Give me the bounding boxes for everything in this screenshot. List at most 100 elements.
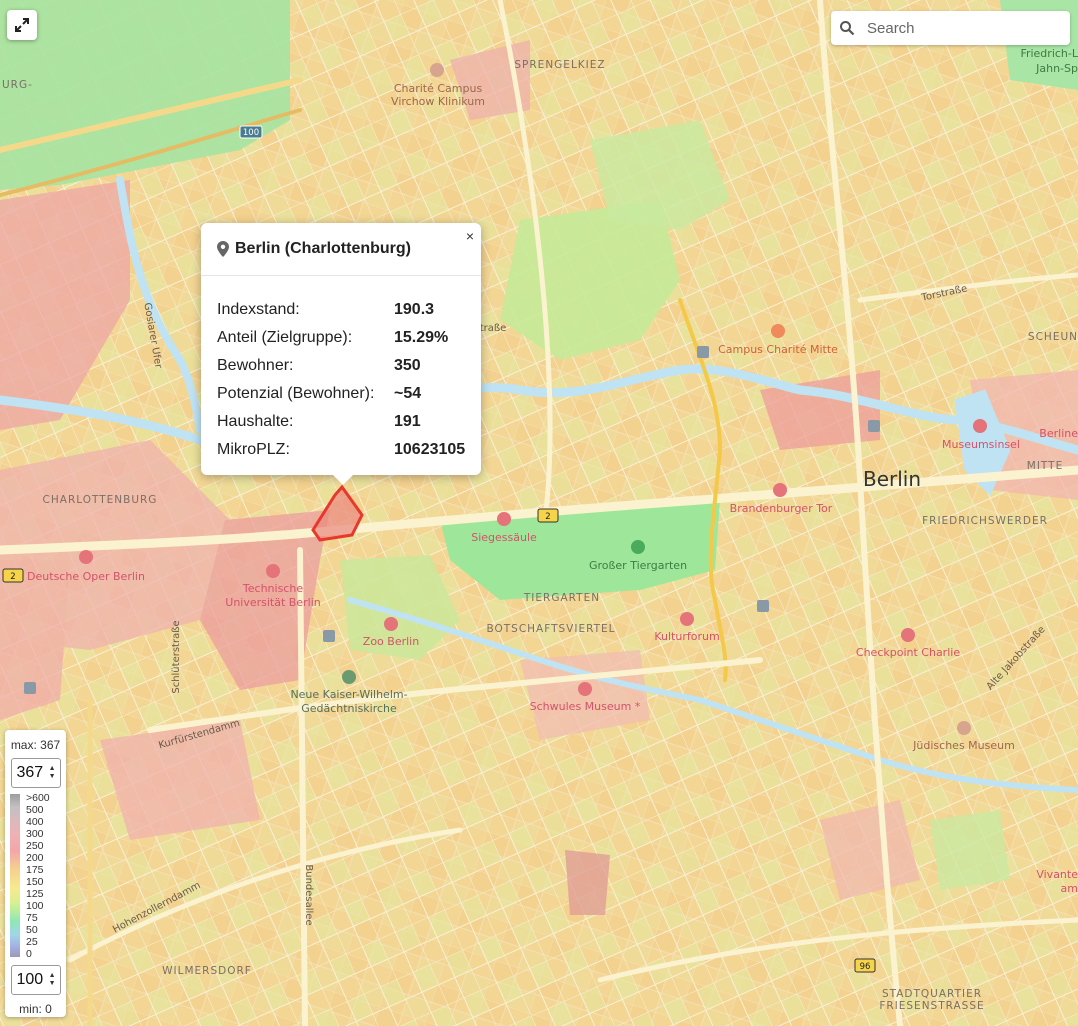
stat-value: 191 <box>394 413 421 430</box>
poi-label: Zoo Berlin <box>363 635 419 648</box>
landmark-icon[interactable] <box>497 512 511 526</box>
svg-text:100: 100 <box>243 128 259 138</box>
expand-arrows-icon <box>15 18 29 32</box>
landmark-icon[interactable] <box>901 628 915 642</box>
svg-text:2: 2 <box>545 512 550 522</box>
hospital-icon[interactable] <box>430 63 444 77</box>
district-label: WILMERSDORF <box>162 965 252 977</box>
district-label: URG- <box>2 79 33 91</box>
stat-label: Anteil (Zielgruppe): <box>217 329 353 346</box>
district-label: TIERGARTEN <box>523 592 600 604</box>
train-station-icon[interactable] <box>757 600 769 612</box>
park-icon[interactable] <box>631 540 645 554</box>
church-icon[interactable] <box>342 670 356 684</box>
legend-tick-label: 150 <box>26 876 44 888</box>
map-canvas[interactable]: 100 2 2 96 Berlin SPRENGELKIEZ CHARLOTTE… <box>0 0 1078 1026</box>
zoo-icon[interactable] <box>384 617 398 631</box>
stat-row-anteil: Anteil (Zielgruppe): 15.29% <box>217 324 481 352</box>
street-label: traße <box>480 323 507 334</box>
train-station-icon[interactable] <box>868 420 880 432</box>
svg-text:2: 2 <box>10 572 15 582</box>
legend-max-label: max: 367 <box>10 738 61 752</box>
poi-label: Großer Tiergarten <box>589 559 687 572</box>
legend-tick-label: 500 <box>26 804 44 816</box>
university-icon[interactable] <box>266 564 280 578</box>
poi-label: Universität Berlin <box>225 596 320 609</box>
poi-label: Jüdisches Museum <box>912 739 1015 752</box>
min-value-stepper[interactable]: 100 ▲ ▼ <box>10 965 61 995</box>
poi-label: Friedrich-L <box>1020 47 1078 60</box>
legend-ticks: >600 500 400 300 250 200 175 150 125 100 75 50 25 0 <box>26 792 50 960</box>
legend-color-bar <box>10 794 20 957</box>
poi-label: Virchow Klinikum <box>391 95 485 108</box>
poi-label: Charité Campus <box>394 82 483 95</box>
poi-label: Kulturforum <box>654 630 719 643</box>
stat-value: 350 <box>394 357 421 374</box>
stat-label: MikroPLZ: <box>217 441 290 458</box>
museum-icon[interactable] <box>680 612 694 626</box>
hospital-icon[interactable] <box>771 324 785 338</box>
stat-value: ~54 <box>394 385 422 402</box>
max-value-stepper[interactable]: 367 ▲ ▼ <box>10 758 61 788</box>
district-label: CHARLOTTENBURG <box>43 494 158 506</box>
fullscreen-button[interactable] <box>7 10 37 40</box>
legend-tick-label: 400 <box>26 816 44 828</box>
street-label: Schlüterstraße <box>171 620 182 693</box>
heat-zone <box>0 560 70 720</box>
stat-row-indexstand: Indexstand: 190.3 <box>217 296 481 324</box>
stat-label: Bewohner: <box>217 357 294 374</box>
stepper-arrows-icon[interactable]: ▲ ▼ <box>49 972 56 988</box>
train-station-icon[interactable] <box>24 682 36 694</box>
poi-label: Brandenburger Tor <box>730 502 833 515</box>
poi-label: Checkpoint Charlie <box>856 646 960 659</box>
color-scale-legend: max: 367 367 ▲ ▼ >600 500 400 300 250 200 175 15… <box>5 730 66 1017</box>
road-shield-100: 100 <box>239 125 263 139</box>
legend-tick-label: 300 <box>26 828 44 840</box>
popup-close-button[interactable]: × <box>466 228 474 244</box>
popup-stats: Indexstand: 190.3 Anteil (Zielgruppe): 15.… <box>201 276 481 464</box>
stat-row-haushalte: Haushalte: 191 <box>217 408 481 436</box>
poi-label: Berline <box>1039 427 1078 440</box>
landmark-icon[interactable] <box>773 483 787 497</box>
theater-icon[interactable] <box>79 550 93 564</box>
park-south <box>930 810 1010 890</box>
district-label: SPRENGELKIEZ <box>514 59 605 71</box>
district-label: MITTE <box>1027 460 1063 472</box>
stat-value: 10623105 <box>394 441 466 458</box>
city-label: Berlin <box>863 467 921 491</box>
stepper-arrows-icon[interactable]: ▲ ▼ <box>49 765 56 781</box>
legend-tick-label: 125 <box>26 888 44 900</box>
legend-tick-label: >600 <box>26 792 50 804</box>
legend-scale: >600 500 400 300 250 200 175 150 125 100 75 50 25 0 <box>10 792 66 960</box>
stat-row-mikroplz: MikroPLZ: 10623105 <box>217 436 481 464</box>
search-input[interactable] <box>865 18 1059 38</box>
train-station-icon[interactable] <box>323 630 335 642</box>
stat-value: 190.3 <box>394 301 435 318</box>
museum-icon[interactable] <box>973 419 987 433</box>
search-icon <box>840 21 855 36</box>
stat-label: Potenzial (Bewohner): <box>217 385 375 402</box>
museum-icon[interactable] <box>578 682 592 696</box>
poi-label: Jahn-Sp <box>1035 62 1078 75</box>
popup-title: Berlin (Charlottenburg) <box>235 240 411 257</box>
max-value: 367 <box>16 764 44 781</box>
street-label: Bundesallee <box>303 864 314 925</box>
district-label: STADTQUARTIER <box>882 988 982 1000</box>
poi-label: Schwules Museum * <box>530 700 641 713</box>
legend-tick-label: 250 <box>26 840 44 852</box>
district-label: SCHEUN <box>1028 331 1078 343</box>
heat-zone <box>565 850 610 915</box>
train-station-icon[interactable] <box>697 346 709 358</box>
district-label: BOTSCHAFTSVIERTEL <box>486 623 615 635</box>
poi-label: Campus Charité Mitte <box>718 343 838 356</box>
poi-label: Deutsche Oper Berlin <box>27 570 145 583</box>
district-label: FRIEDRICHSWERDER <box>922 515 1048 527</box>
stat-label: Haushalte: <box>217 413 294 430</box>
road-shield-2: 2 <box>537 508 559 523</box>
legend-tick-label: 50 <box>26 924 38 936</box>
museum-icon[interactable] <box>957 721 971 735</box>
legend-tick-label: 0 <box>26 948 32 960</box>
popup-header: Berlin (Charlottenburg) <box>201 223 481 276</box>
poi-label: am <box>1061 882 1078 895</box>
search-box[interactable] <box>831 11 1070 45</box>
